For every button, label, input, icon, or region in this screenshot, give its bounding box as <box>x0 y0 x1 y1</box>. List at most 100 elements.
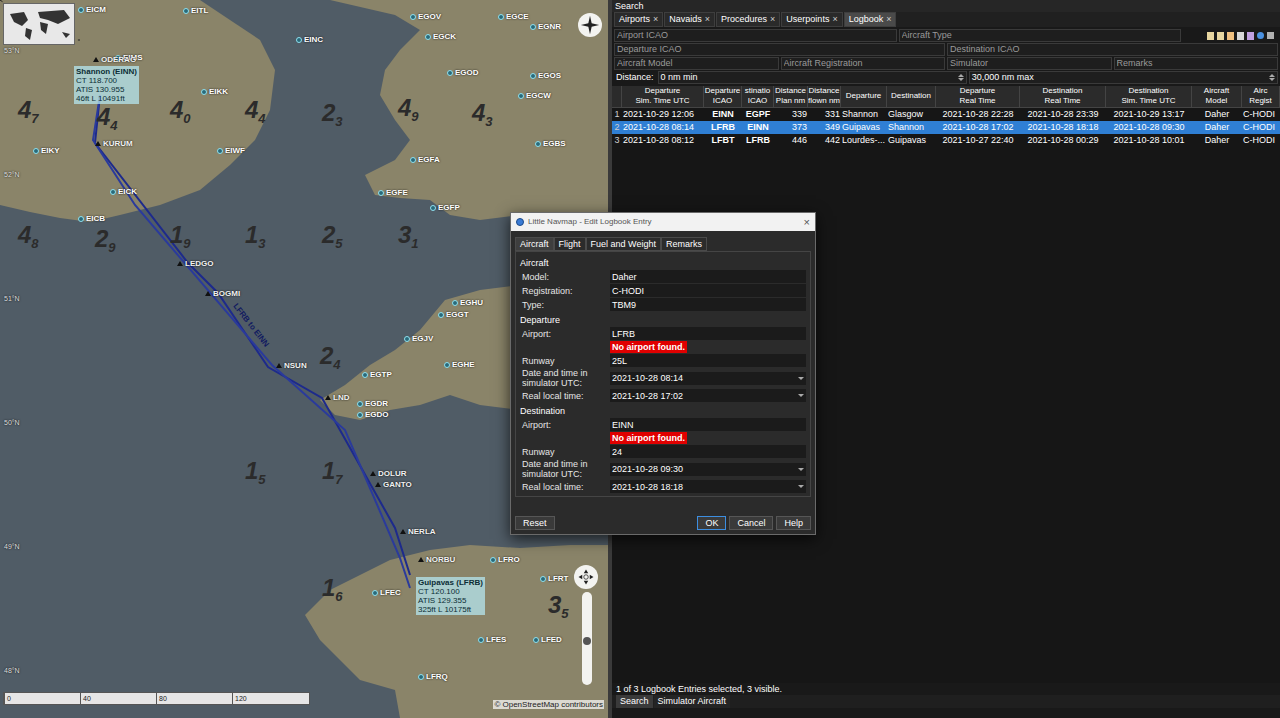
dialog-tab[interactable]: Remarks <box>661 237 707 251</box>
filter-field[interactable] <box>614 29 897 42</box>
dialog-button[interactable]: Reset <box>515 516 555 530</box>
tab-close-button[interactable]: × <box>886 13 891 26</box>
airport-info-box[interactable]: Shannon (EINN)CT 118.700ATIS 130.95546ft… <box>74 66 139 104</box>
spin-icon[interactable] <box>958 74 964 81</box>
distance-max-field[interactable]: 30,000 nm max <box>969 71 1278 84</box>
dialog-button[interactable]: Cancel <box>729 516 773 530</box>
airport-marker[interactable]: EGBS <box>535 139 566 148</box>
datetime-field[interactable]: 2021-10-28 09:30 <box>610 463 806 476</box>
airport-marker[interactable]: EGOD <box>447 68 479 77</box>
datetime-field[interactable]: 2021-10-28 08:14 <box>610 372 806 385</box>
spin-icon[interactable] <box>1269 74 1275 81</box>
dialog-close-button[interactable]: × <box>804 216 810 228</box>
airport-marker[interactable]: EGFP <box>430 203 460 212</box>
bottom-tab[interactable]: Simulator Aircraft <box>654 695 731 708</box>
export-icon[interactable] <box>1227 32 1234 40</box>
menu-icon[interactable] <box>1267 32 1274 39</box>
dropdown-arrow-icon[interactable] <box>798 468 804 471</box>
airport-marker[interactable]: LFRQ <box>418 672 448 681</box>
search-tab[interactable]: Userpoints× <box>781 12 842 27</box>
airport-marker[interactable]: EGFE <box>378 188 408 197</box>
airport-marker[interactable]: EGOV <box>410 12 441 21</box>
airport-marker[interactable]: EGCE <box>498 12 529 21</box>
dialog-button[interactable]: Help <box>776 516 811 530</box>
filter-field[interactable] <box>781 57 946 70</box>
bottom-tab[interactable]: Search <box>616 695 653 708</box>
table-row[interactable]: 22021-10-28 08:14LFRBEINN373349GuipavasS… <box>612 121 1280 134</box>
column-header[interactable]: DepartureSim. Time UTC <box>622 86 704 107</box>
airport-marker[interactable]: EGHU <box>452 298 483 307</box>
zoom-slider[interactable] <box>582 592 592 685</box>
airport-marker[interactable]: EGNR <box>530 22 561 31</box>
datetime-field[interactable]: 2021-10-28 18:18 <box>610 480 806 493</box>
distance-min-field[interactable]: 0 nm min <box>658 71 967 84</box>
waypoint-marker[interactable]: ODERAG <box>93 55 136 64</box>
airport-info-box[interactable]: Guipavas (LFRB)CT 120.100ATIS 129.355325… <box>416 577 485 615</box>
airport-marker[interactable]: EGFA <box>410 155 440 164</box>
text-field[interactable]: Daher <box>610 270 806 283</box>
waypoint-marker[interactable]: LEDGO <box>177 259 213 268</box>
spin-down-icon[interactable] <box>958 78 964 81</box>
table-row[interactable]: 32021-10-28 08:12LFBTLFRB446442Lourdes-.… <box>612 134 1280 147</box>
airport-marker[interactable]: EGTP <box>362 370 392 379</box>
columns-icon[interactable] <box>1237 32 1244 40</box>
column-header[interactable]: stinatioICAO <box>742 86 774 107</box>
tab-close-button[interactable]: × <box>770 13 775 26</box>
waypoint-marker[interactable]: KURUM <box>95 139 133 148</box>
filter-field[interactable] <box>614 57 779 70</box>
tab-close-button[interactable]: × <box>653 13 658 26</box>
dialog-button[interactable]: OK <box>697 516 726 530</box>
airport-marker[interactable]: LFES <box>478 635 506 644</box>
column-header[interactable]: DestinationSim. Time UTC <box>1106 86 1192 107</box>
column-header[interactable]: DepartureICAO <box>704 86 742 107</box>
tab-close-button[interactable]: × <box>832 13 837 26</box>
waypoint-marker[interactable]: NORBU <box>418 555 455 564</box>
waypoint-marker[interactable]: BOGMI <box>205 289 240 298</box>
waypoint-marker[interactable]: NERLA <box>400 527 436 536</box>
column-header[interactable]: Departure <box>841 86 887 107</box>
airport-marker[interactable]: LFEC <box>372 588 401 597</box>
globe-icon[interactable] <box>1257 32 1264 39</box>
column-header[interactable]: DistancePlan nm <box>774 86 808 107</box>
column-header[interactable]: DestinationReal Time <box>1020 86 1106 107</box>
search-tab[interactable]: Logbook× <box>844 12 897 27</box>
table-row[interactable]: 12021-10-29 12:06EINNEGPF339331ShannonGl… <box>612 108 1280 121</box>
waypoint-marker[interactable]: DOLUR <box>370 469 406 478</box>
waypoint-marker[interactable]: GANTO <box>375 480 412 489</box>
dialog-tab[interactable]: Flight <box>554 237 586 251</box>
spin-down-icon[interactable] <box>1269 78 1275 81</box>
dropdown-arrow-icon[interactable] <box>798 377 804 380</box>
airport-marker[interactable]: EICB <box>78 214 105 223</box>
column-header[interactable]: Distanceflown nm <box>808 86 841 107</box>
text-field[interactable]: 25L <box>610 354 806 367</box>
pan-control-icon[interactable] <box>574 565 598 589</box>
world-overview-icon[interactable] <box>3 3 75 45</box>
search-tab[interactable]: Navaids× <box>664 12 715 27</box>
text-field[interactable]: TBM9 <box>610 298 806 311</box>
filter-field[interactable] <box>947 43 1278 56</box>
dialog-tab[interactable]: Fuel and Weight <box>586 237 661 251</box>
filter-field[interactable] <box>947 57 1112 70</box>
airport-marker[interactable]: EGGT <box>438 310 469 319</box>
filter-field[interactable] <box>614 43 945 56</box>
dropdown-arrow-icon[interactable] <box>798 394 804 397</box>
airport-marker[interactable]: EGDO <box>357 410 389 419</box>
column-header[interactable]: AircraftModel <box>1192 86 1242 107</box>
airport-marker[interactable]: EICM <box>78 5 106 14</box>
column-header[interactable]: AircRegist <box>1242 86 1280 107</box>
tab-close-button[interactable]: × <box>705 13 710 26</box>
text-field[interactable]: C-HODI <box>610 284 806 297</box>
reset-icon[interactable] <box>1217 32 1224 40</box>
airport-marker[interactable]: LFED <box>533 635 562 644</box>
airport-marker[interactable]: EGCW <box>518 91 551 100</box>
text-field[interactable]: LFRB <box>610 327 806 340</box>
zoom-knob-icon[interactable] <box>583 637 591 645</box>
airport-marker[interactable]: EITL <box>183 6 208 15</box>
dialog-tab[interactable]: Aircraft <box>515 237 554 251</box>
airport-marker[interactable]: EGHE <box>444 360 475 369</box>
datetime-field[interactable]: 2021-10-28 17:02 <box>610 389 806 402</box>
airport-marker[interactable]: LFRO <box>490 555 520 564</box>
spin-up-icon[interactable] <box>958 74 964 77</box>
column-header[interactable]: Destination <box>887 86 936 107</box>
search-tab[interactable]: Procedures× <box>716 12 780 27</box>
